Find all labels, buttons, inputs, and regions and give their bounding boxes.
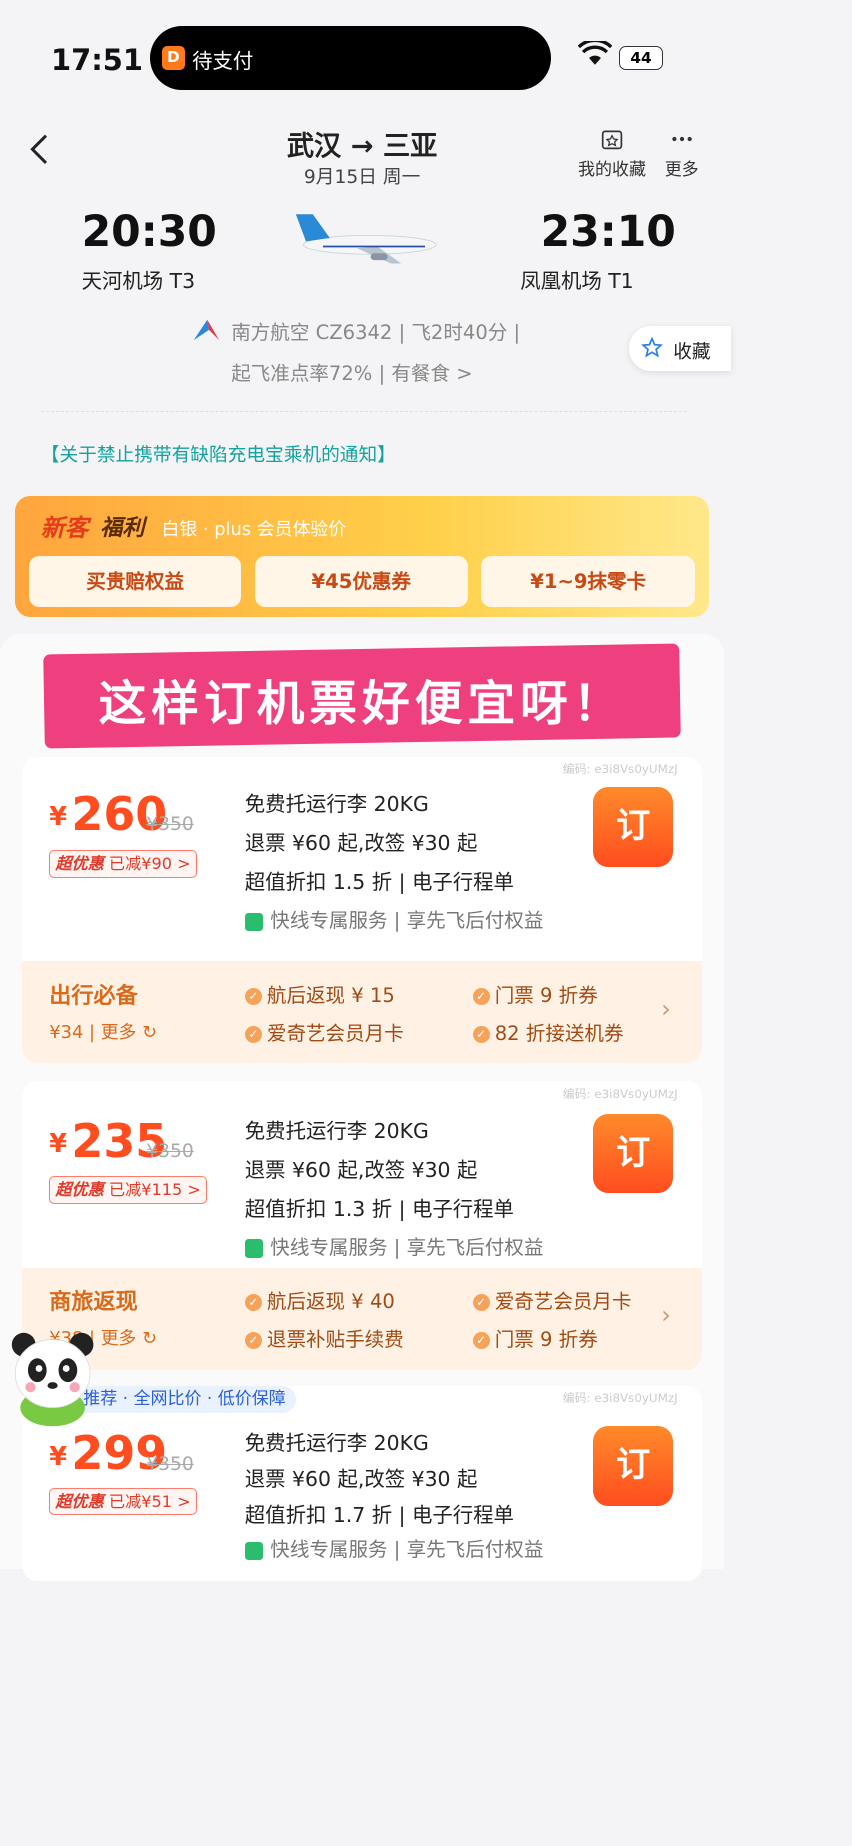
favorites-box-icon <box>601 130 623 149</box>
badge-saved: 已减¥115 > <box>108 1180 201 1200</box>
didi-logo-icon: D <box>161 45 186 70</box>
extras-item: ✓ 爱奇艺会员月卡 <box>244 1017 404 1046</box>
divider <box>40 411 687 413</box>
original-price: ¥350 <box>146 1453 194 1475</box>
extras-price[interactable]: ¥34 | 更多 ↻ <box>49 1018 157 1044</box>
discount-info: 超值折扣 1.7 折 | 电子行程单 <box>244 1502 514 1527</box>
favorite-float-button[interactable]: 收藏 <box>629 326 731 371</box>
price-symbol: ¥ <box>49 802 68 833</box>
star-icon <box>640 336 663 358</box>
ontime-info[interactable]: 起飞准点率72% | 有餐食 > <box>231 357 472 386</box>
promo-rounding-card-button[interactable]: ¥1~9抹零卡 <box>481 555 696 607</box>
check-icon: ✓ <box>472 1331 490 1349</box>
favorite-float-label: 收藏 <box>673 341 711 363</box>
service-text: 快线专属服务 | 享先飞后付权益 <box>270 909 544 933</box>
service-text: 快线专属服务 | 享先飞后付权益 <box>270 1235 544 1259</box>
thumbs-up-icon <box>244 912 264 932</box>
baggage-info: 免费托运行李 20KG <box>244 1431 429 1456</box>
airline-info: 南方航空 CZ6342 | 飞2时40分 | <box>231 321 521 345</box>
badge-saved: 已减¥90 > <box>108 854 191 873</box>
baggage-info: 免费托运行李 20KG <box>244 1118 429 1143</box>
badge-saved: 已减¥51 > <box>108 1491 191 1511</box>
price-symbol: ¥ <box>49 1441 68 1472</box>
notice-link[interactable]: 【关于禁止携带有缺陷充电宝乘机的通知】 <box>41 440 396 467</box>
check-icon: ✓ <box>472 1294 490 1312</box>
chevron-right-icon[interactable]: › <box>661 1301 671 1329</box>
promo-title-new: 新客 <box>40 514 89 543</box>
refund-info: 退票 ¥60 起,改签 ¥30 起 <box>244 1157 478 1182</box>
extras-item: ✓ 82 折接送机券 <box>472 1017 624 1046</box>
order-button[interactable]: 订 <box>593 787 674 867</box>
status-time: 17:51 <box>51 42 143 77</box>
refund-info: 退票 ¥60 起,改签 ¥30 起 <box>244 831 478 856</box>
discount-badge[interactable]: 超优惠 已减¥115 > <box>49 1176 208 1204</box>
extras-item: ✓ 门票 9 折券 <box>472 1323 598 1352</box>
chevron-right-icon[interactable]: › <box>661 995 671 1023</box>
fare-code: 编码: e3i8Vs0yUMzJ <box>562 1390 678 1405</box>
badge-super-deal: 超优惠 <box>55 854 104 873</box>
more-dots-icon <box>671 136 692 141</box>
order-button[interactable]: 订 <box>593 1113 674 1194</box>
original-price: ¥350 <box>146 1140 194 1162</box>
price-compare-tag: 推荐 · 全网比价 · 低价保障 <box>73 1385 296 1413</box>
check-icon: ✓ <box>244 988 262 1006</box>
promo-price-guarantee-button[interactable]: 买贵赔权益 <box>28 555 242 607</box>
order-button[interactable]: 订 <box>593 1426 674 1507</box>
badge-super-deal: 超优惠 <box>55 1180 104 1200</box>
my-favorites-label: 我的收藏 <box>577 159 646 180</box>
wifi-icon <box>578 40 612 65</box>
panda-mascot-icon[interactable] <box>5 1326 100 1428</box>
arrival-time: 23:10 <box>540 208 676 258</box>
my-favorites-button[interactable]: 我的收藏 <box>575 128 650 180</box>
thumbs-up-icon <box>244 1238 264 1258</box>
check-icon: ✓ <box>472 1025 490 1043</box>
banner-text: 这样订机票好便宜呀！ <box>98 676 626 732</box>
extras-item: ✓ 爱奇艺会员月卡 <box>472 1285 632 1314</box>
fare-code: 编码: e3i8Vs0yUMzJ <box>562 761 678 776</box>
china-southern-logo-icon <box>193 319 220 340</box>
promo-coupon-button[interactable]: ¥45优惠券 <box>255 555 468 607</box>
discount-badge[interactable]: 超优惠 已减¥90 > <box>49 850 197 878</box>
discount-badge[interactable]: 超优惠 已减¥51 > <box>49 1487 197 1515</box>
departure-airport: 天河机场 T3 <box>81 268 196 293</box>
extras-panel[interactable] <box>22 960 703 1063</box>
extras-item: ✓ 航后返现 ¥ 40 <box>244 1285 395 1314</box>
arrival-airport: 凤凰机场 T1 <box>520 268 634 293</box>
island-text: 待支付 <box>192 49 254 74</box>
service-info: 快线专属服务 | 享先飞后付权益 <box>244 1231 544 1260</box>
discount-info: 超值折扣 1.5 折 | 电子行程单 <box>244 870 514 895</box>
extras-title: 出行必备 <box>49 982 138 1009</box>
extras-title: 商旅返现 <box>49 1288 138 1315</box>
check-icon: ✓ <box>244 1025 262 1043</box>
more-label: 更多 <box>664 159 699 180</box>
promo-subtitle: 白银 · plus 会员体验价 <box>161 519 346 541</box>
more-button[interactable]: 更多 <box>658 128 706 180</box>
extras-item: ✓ 门票 9 折券 <box>472 979 598 1008</box>
airplane-icon <box>295 214 437 264</box>
service-info: 快线专属服务 | 享先飞后付权益 <box>244 1533 544 1562</box>
battery-icon: 44 <box>618 45 664 70</box>
refund-info: 退票 ¥60 起,改签 ¥30 起 <box>244 1467 478 1491</box>
departure-time: 20:30 <box>81 208 217 258</box>
original-price: ¥350 <box>146 814 194 836</box>
promo-title-benefit: 福利 <box>100 515 145 541</box>
check-icon: ✓ <box>472 988 490 1006</box>
extras-item: ✓ 航后返现 ¥ 15 <box>244 979 395 1008</box>
extras-item: ✓ 退票补贴手续费 <box>244 1323 404 1352</box>
thumbs-up-icon <box>244 1541 264 1561</box>
baggage-info: 免费托运行李 20KG <box>244 792 429 817</box>
check-icon: ✓ <box>244 1294 262 1312</box>
check-icon: ✓ <box>244 1331 262 1349</box>
service-text: 快线专属服务 | 享先飞后付权益 <box>270 1538 544 1562</box>
price-symbol: ¥ <box>49 1128 68 1159</box>
badge-super-deal: 超优惠 <box>55 1491 104 1511</box>
discount-info: 超值折扣 1.3 折 | 电子行程单 <box>244 1196 514 1221</box>
service-info: 快线专属服务 | 享先飞后付权益 <box>244 904 544 933</box>
fare-code: 编码: e3i8Vs0yUMzJ <box>562 1086 678 1101</box>
